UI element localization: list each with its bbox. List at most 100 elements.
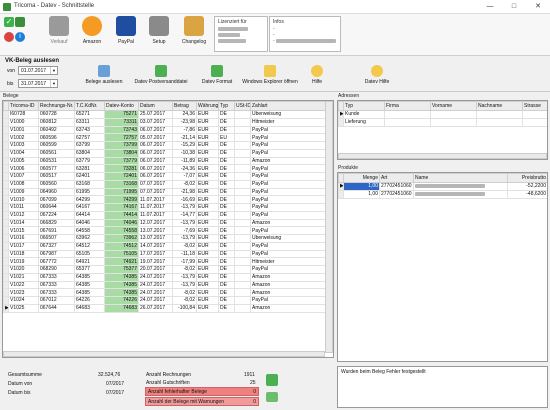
table-row[interactable]: V1001 060492 63743 73743 06.07.2017 -7,86 EUR D…	[3, 125, 332, 135]
table-row[interactable]: V1020 068290 65377 75377 20.07.2017 -8,02 EUR D…	[3, 265, 332, 274]
belege-auslesen-button[interactable]: Belege auslesen	[82, 65, 126, 85]
column-header[interactable]: USt-ID	[234, 101, 251, 111]
calendar-dropdown-icon[interactable]: ▼	[50, 80, 57, 87]
table-cell: EU	[218, 133, 235, 142]
column-header[interactable]: Name	[413, 173, 508, 183]
column-header[interactable]: Firma	[384, 101, 431, 111]
warnungen-value: 0	[253, 399, 256, 405]
column-header[interactable]: Währung	[196, 101, 219, 111]
column-header[interactable]: Zahlart	[250, 101, 332, 111]
changelog-button[interactable]: Changelog	[179, 16, 209, 45]
table-row[interactable]: ▶ V1025 067644 64683 74683 26.07.2017 -100,84 E…	[3, 303, 332, 313]
hilfe-button[interactable]: Hilfe	[308, 65, 326, 85]
column-header[interactable]: Menge	[343, 173, 380, 183]
table-row[interactable]: V1003 060599 63799 73799 06.07.2017 -15,29 EUR…	[3, 141, 332, 150]
bis-date-input[interactable]: 31.07.2017 ▼	[18, 79, 58, 88]
table-cell: V1006	[8, 164, 39, 173]
table-row[interactable]: V1016 066507 63962 73962 13.07.2017 -13,79 EUR…	[3, 234, 332, 243]
table-row[interactable]: V1017 067327 64512 74512 14.07.2017 -8,02 EUR D…	[3, 241, 332, 251]
table-row[interactable]: V1021 067333 64385 74385 24.07.2017 -13,79 EUR…	[3, 272, 332, 282]
calculator-icon[interactable]	[15, 17, 25, 27]
table-cell: EUR	[196, 156, 219, 166]
column-header[interactable]: Datev-Konto	[104, 101, 139, 111]
maximize-button[interactable]: □	[502, 0, 526, 14]
power-icon[interactable]	[4, 32, 14, 42]
table-row[interactable]: V1007 060517 62401 72401 06.07.2017 -7,07 EUR D…	[3, 172, 332, 181]
column-header[interactable]: Rechnungs-Nr.	[38, 101, 75, 111]
produkte-grid[interactable]: Menge Art Name Preisbrutto ▶ 1,00 27702451060…	[337, 172, 548, 362]
table-row[interactable]: V1015 067691 64558 74558 13.07.2017 -7,69 EUR D…	[3, 226, 332, 235]
close-button[interactable]: ✕	[526, 0, 550, 14]
column-header[interactable]: Betrag	[172, 101, 197, 111]
info-icon[interactable]: i	[15, 32, 25, 42]
table-cell: 06.07.2017	[138, 172, 173, 181]
column-header[interactable]: Nachname	[476, 101, 523, 111]
belege-grid[interactable]: Tricoma-ID Rechnungs-Nr. T.C.KdNr. Datev-Ko…	[2, 100, 334, 358]
table-row[interactable]: V1002 060596 62757 72757 05.07.2017 -21,14 EUR…	[3, 133, 332, 142]
ribbon: ✓ i Verkauf Amazon PayPal Setup Changelo…	[0, 14, 550, 56]
column-header[interactable]: Tricoma-ID	[8, 101, 39, 111]
table-cell: PayPal	[250, 164, 332, 173]
column-header[interactable]: Typ	[218, 101, 235, 111]
von-date-input[interactable]: 01.07.2017 ▼	[18, 66, 58, 75]
table-cell: 24.07.2017	[138, 272, 173, 282]
table-row[interactable]: V1019 067772 64921 74921 19.07.2017 -17,99 EUR…	[3, 257, 332, 266]
export-icon[interactable]	[266, 392, 278, 402]
table-cell	[234, 148, 251, 158]
table-row[interactable]: V1010 067099 64299 74299 11.07.2017 -16,69 EUR…	[3, 195, 332, 204]
table-cell	[234, 272, 251, 282]
adressen-grid[interactable]: Typ Firma Vorname Nachname Strasse ▶ Kunde Lie…	[337, 100, 548, 160]
table-row[interactable]: V1023 067333 64385 74385 24.07.2017 -8,02 EUR D…	[3, 288, 332, 297]
table-row[interactable]: V1005 060531 63779 73779 06.07.2017 -11,89 EUR…	[3, 156, 332, 166]
belege-vertical-scrollbar[interactable]	[325, 101, 333, 353]
adressen-horizontal-scrollbar[interactable]	[338, 153, 547, 159]
table-cell: 64683	[74, 303, 105, 313]
table-row[interactable]: V1009 064960 61995 71995 07.07.2017 -21,98 EUR…	[3, 187, 332, 197]
datev-hilfe-button[interactable]: Datev Hilfe	[362, 65, 392, 85]
column-header[interactable]: T.C.KdNr.	[74, 101, 105, 111]
table-cell: PayPal	[250, 179, 332, 189]
table-row[interactable]: 1,00 27702451060 -48,6200	[338, 189, 547, 199]
add-icon[interactable]	[266, 374, 278, 386]
table-cell	[234, 125, 251, 135]
von-date-value: 01.07.2017	[21, 68, 47, 74]
table-row[interactable]: V1012 067224 64414 74414 11.07.2017 -14,77 EUR…	[3, 210, 332, 220]
column-header[interactable]: Strasse	[522, 101, 547, 111]
column-header[interactable]: Typ	[343, 101, 385, 111]
column-header[interactable]: Preisbrutto	[507, 173, 547, 183]
table-row[interactable]: V1011 060644 64167 74167 11.07.2017 -13,79 EUR…	[3, 203, 332, 212]
table-row[interactable]: Lieferung	[338, 117, 547, 127]
table-cell: -13,79	[172, 218, 197, 228]
table-row[interactable]: V1022 067333 64385 74385 24.07.2017 -13,79 EUR…	[3, 280, 332, 290]
table-row[interactable]: ▶ Kunde	[338, 110, 547, 119]
table-row[interactable]: V1004 060561 63804 73804 06.07.2017 -10,38 EUR…	[3, 148, 332, 158]
table-row[interactable]: I60728 060728 65271 75271 25.07.2017 24,36 EUR…	[3, 110, 332, 119]
calendar-dropdown-icon[interactable]: ▼	[50, 67, 57, 74]
table-row[interactable]: V1000 060812 63311 73311 03.07.2017 -23,98 EUR…	[3, 117, 332, 127]
table-cell: -21,14	[172, 133, 197, 142]
datev-format-button[interactable]: Datev Format	[198, 65, 236, 85]
table-row[interactable]: ▶ 1,00 27702451060 -52,2200	[338, 182, 547, 191]
verkauf-button[interactable]: Verkauf	[46, 16, 72, 45]
table-cell: 74512	[104, 241, 139, 251]
table-cell: 63168	[74, 179, 105, 189]
belege-horizontal-scrollbar[interactable]	[3, 351, 325, 357]
check-icon[interactable]: ✓	[4, 17, 14, 27]
setup-button[interactable]: Setup	[146, 16, 172, 45]
amazon-button[interactable]: Amazon	[79, 16, 105, 45]
table-row[interactable]: V1024 067012 64226 74226 24.07.2017 -8,02 EUR D…	[3, 296, 332, 305]
table-row[interactable]: V1008 060560 63168 73168 07.07.2017 -8,02 EUR D…	[3, 179, 332, 189]
explorer-button[interactable]: Windows Explorer öffnen	[240, 65, 300, 85]
column-header[interactable]: Art	[379, 173, 414, 183]
minimize-button[interactable]: —	[478, 0, 502, 14]
datev-postversand-button[interactable]: Datev Postversanddatei	[132, 65, 190, 85]
paypal-button[interactable]: PayPal	[113, 16, 139, 45]
column-header[interactable]: Vorname	[430, 101, 477, 111]
table-row[interactable]: V1014 066829 64046 74046 12.07.2017 -13,79 EUR…	[3, 218, 332, 228]
column-header[interactable]: Datum	[138, 101, 173, 111]
table-cell	[234, 117, 251, 127]
vk-heading: VK-Beleg auslesen	[5, 58, 60, 64]
table-row[interactable]: V1006 060577 63281 73281 06.07.2017 -24,36 EUR…	[3, 164, 332, 173]
table-cell: PayPal	[250, 296, 332, 305]
table-row[interactable]: V1018 067987 65105 75105 17.07.2017 -11,18 EUR…	[3, 249, 332, 259]
